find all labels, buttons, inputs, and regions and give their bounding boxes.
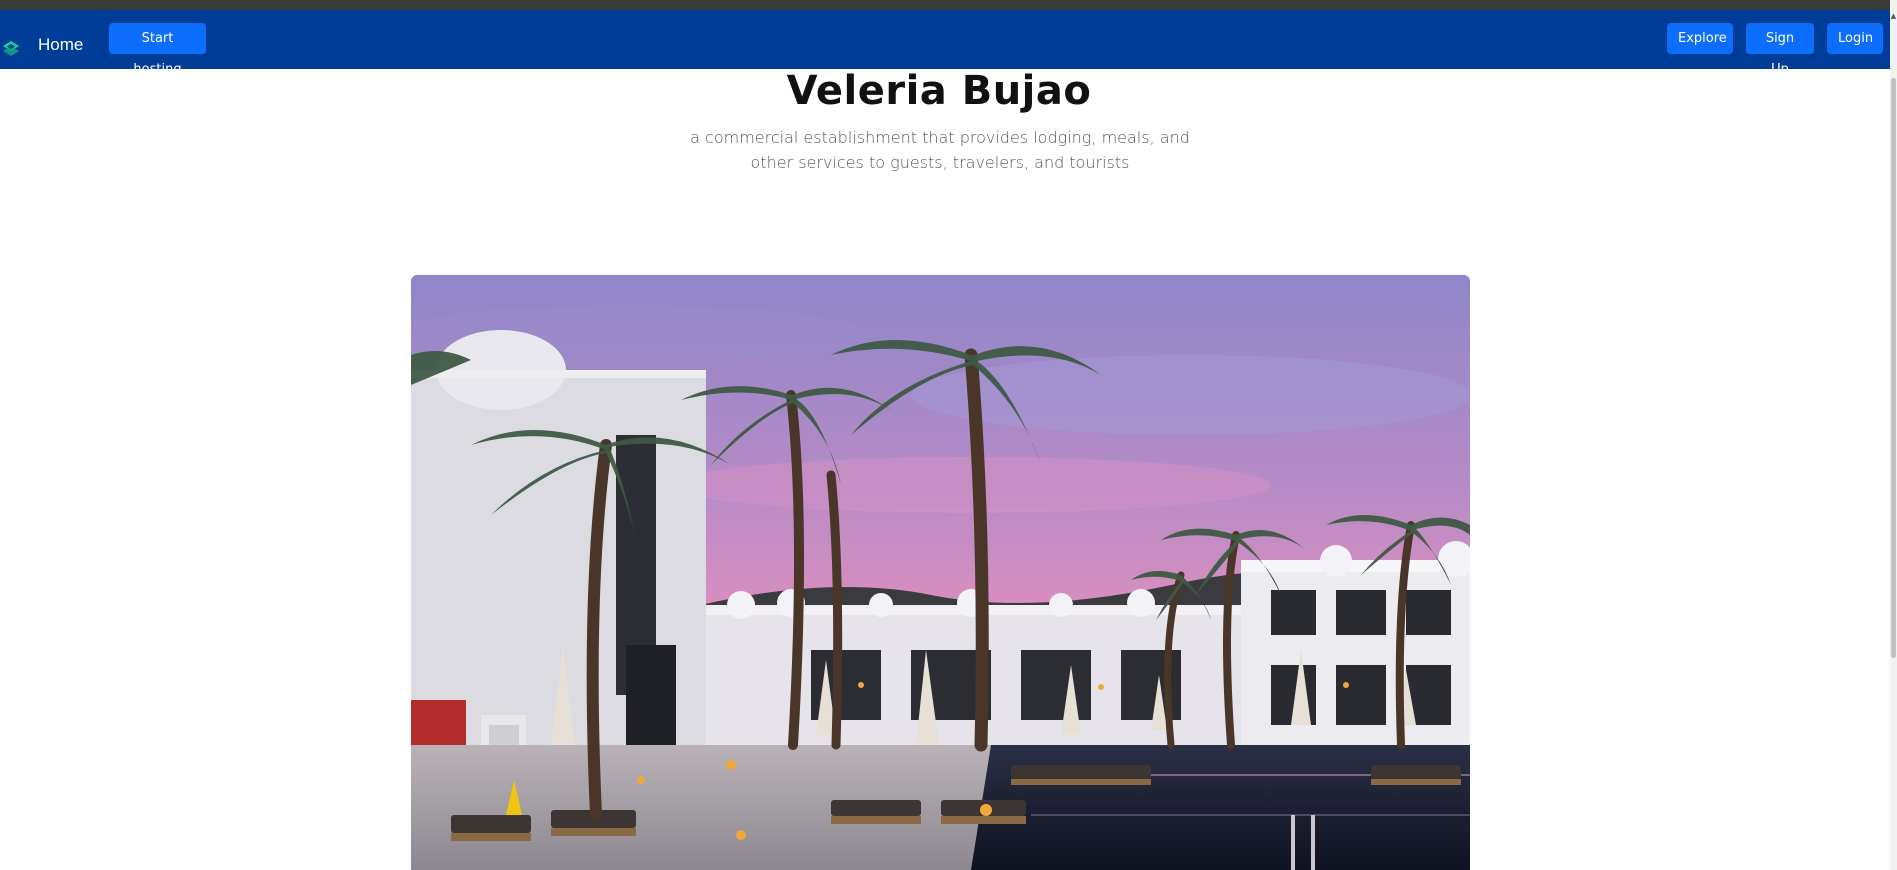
hotel-photo <box>411 275 1470 870</box>
scroll-up-arrow-icon[interactable]: ▲ <box>1890 12 1897 20</box>
login-button[interactable]: Login <box>1827 23 1883 54</box>
stacked-layers-icon[interactable] <box>2 40 20 58</box>
page-title: Veleria Bujao <box>786 68 1092 114</box>
scrollbar-thumb[interactable] <box>1891 78 1896 658</box>
browser-top-strip <box>0 0 1897 10</box>
start-hosting-button[interactable]: Start hosting <box>109 23 206 77</box>
sign-up-button[interactable]: Sign Up <box>1746 23 1814 77</box>
explore-button[interactable]: Explore <box>1667 23 1733 54</box>
navbar: Home <box>0 10 1897 69</box>
home-link[interactable]: Home <box>38 35 83 55</box>
page-subtitle: a commercial establishment that provides… <box>690 128 1190 172</box>
